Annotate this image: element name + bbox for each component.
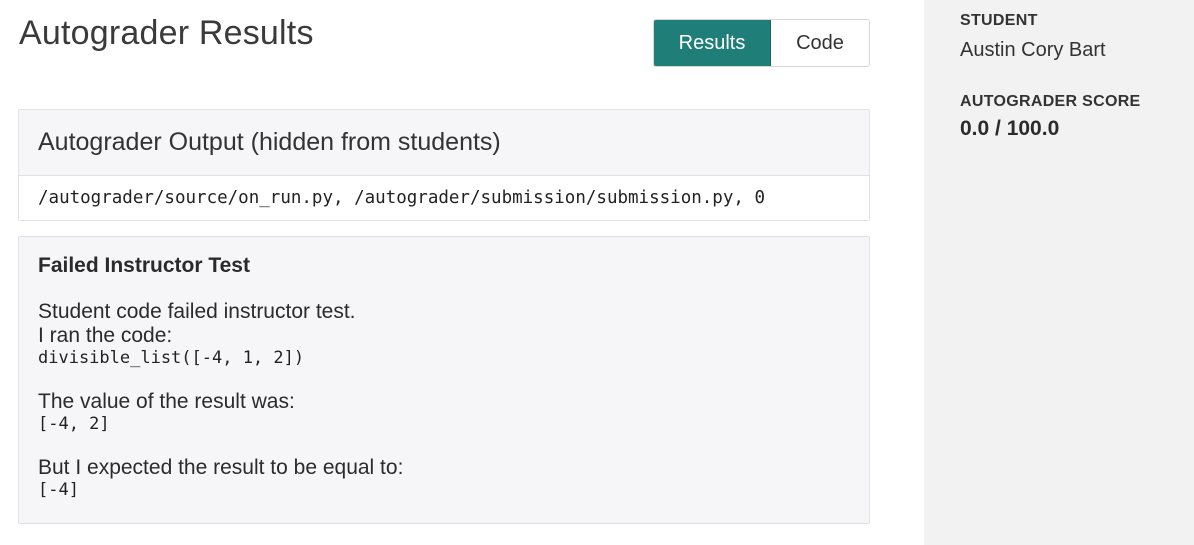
test-code: divisible_list([-4, 1, 2]) [38,348,305,368]
test-result-panel: Failed Instructor Test Student code fail… [18,236,870,524]
output-panel-title: Autograder Output (hidden from students) [19,110,869,176]
student-name: Austin Cory Bart [960,39,1106,61]
tab-code[interactable]: Code [771,20,869,66]
expected-label: But I expected the result to be equal to… [38,456,404,479]
tab-results[interactable]: Results [654,20,771,66]
score-value: 0.0 / 100.0 [960,117,1060,140]
page: Autograder Results Results Code Autograd… [0,0,1194,545]
test-message-line2: I ran the code: [38,324,173,347]
page-title: Autograder Results [19,14,314,52]
result-value: [-4, 2] [38,414,110,434]
score-label: AUTOGRADER SCORE [960,93,1141,110]
student-label: STUDENT [960,12,1038,29]
expected-value: [-4] [38,480,79,500]
test-message-line1: Student code failed instructor test. [38,300,356,323]
result-label: The value of the result was: [38,390,295,413]
output-panel-body: /autograder/source/on_run.py, /autograde… [19,176,869,220]
view-toggle: Results Code [653,19,870,67]
autograder-output-panel: Autograder Output (hidden from students)… [18,109,870,221]
sidebar: STUDENT Austin Cory Bart AUTOGRADER SCOR… [924,0,1194,545]
test-title: Failed Instructor Test [38,254,250,277]
main-content: Autograder Results Results Code Autograd… [0,0,924,545]
